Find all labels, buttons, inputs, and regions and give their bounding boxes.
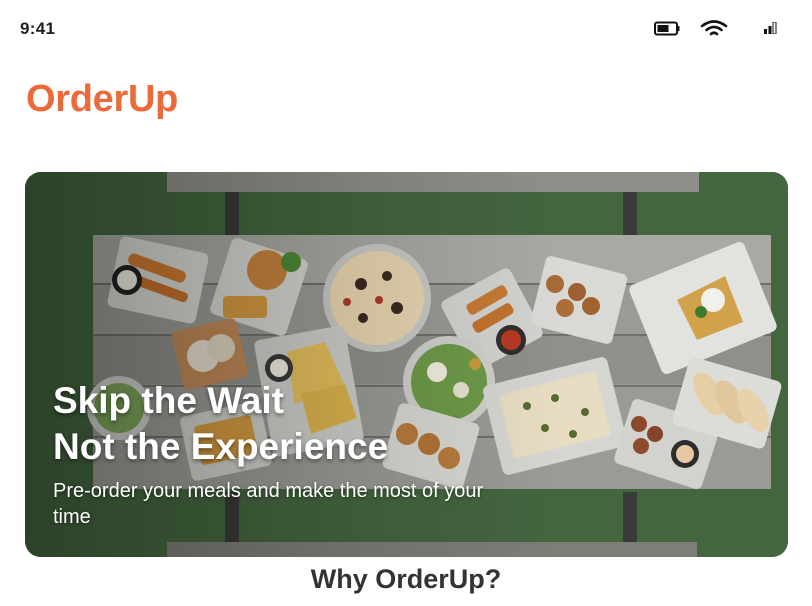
hero-banner: Skip the Wait Not the Experience Pre-ord… [25, 172, 788, 557]
hero-title-line2: Not the Experience [53, 426, 389, 467]
hero-title-line1: Skip the Wait [53, 380, 284, 421]
battery-icon [654, 21, 680, 36]
why-orderup-heading: Why OrderUp? [310, 564, 502, 594]
hero-title: Skip the Wait Not the Experience [53, 378, 388, 470]
wifi-icon [700, 20, 728, 36]
signal-icon [764, 22, 777, 34]
status-bar: 9:41 [0, 0, 812, 58]
brand-logo-text: OrderUp [26, 78, 179, 120]
hero-subtitle: Pre-order your meals and make the most o… [53, 480, 484, 528]
status-time: 9:41 [20, 19, 56, 38]
